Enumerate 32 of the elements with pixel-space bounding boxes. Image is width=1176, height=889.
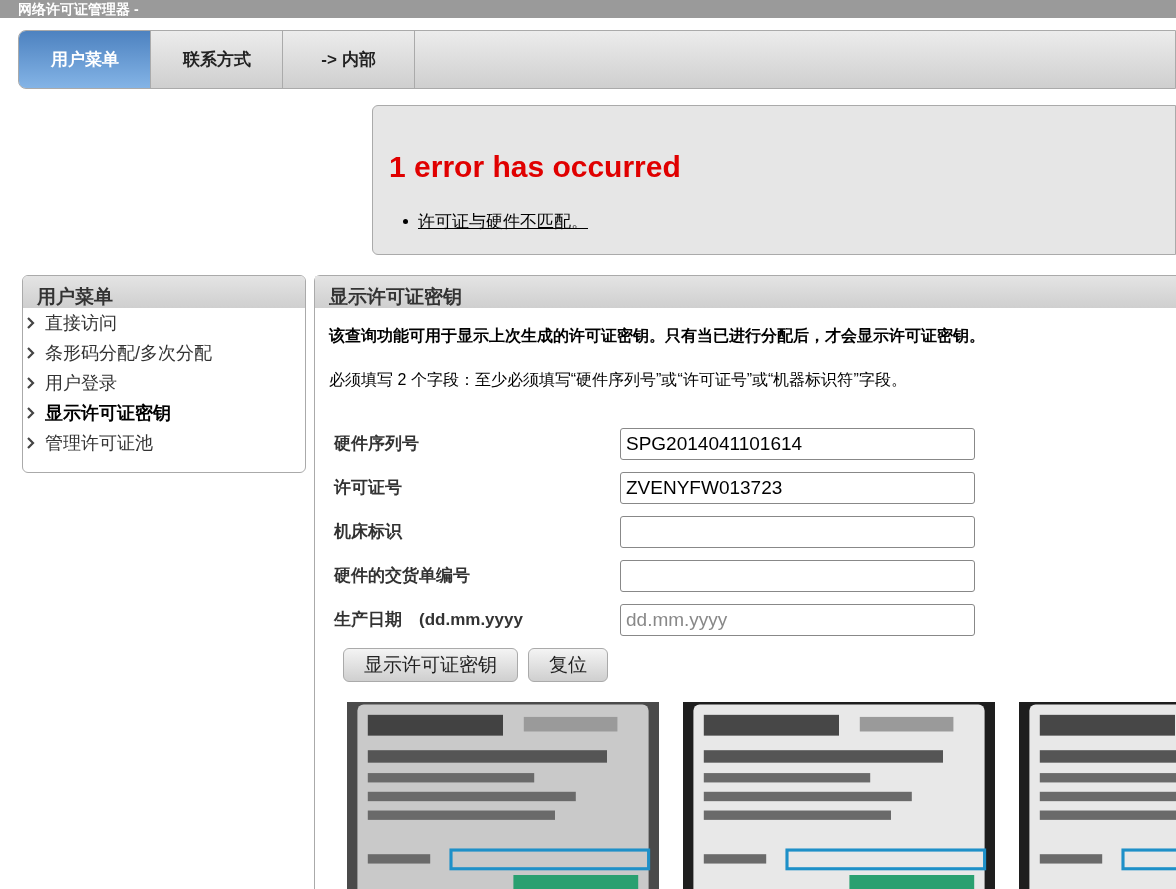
error-message: 许可证与硬件不匹配。	[418, 211, 588, 233]
field-label: 许可证号	[334, 477, 403, 500]
field-label: 生产日期 (dd.mm.yyyy	[334, 609, 524, 632]
field-label: 硬件的交货单编号	[334, 565, 471, 588]
input-field[interactable]: dd.mm.yyyy	[620, 604, 975, 636]
sidebar-item[interactable]: 直接访问	[23, 308, 305, 338]
field-label: 硬件序列号	[334, 433, 420, 456]
chevron-icon	[27, 437, 35, 449]
field-label: 机床标识	[334, 521, 404, 544]
input-field[interactable]: SPG2014041101614	[620, 428, 975, 460]
chevron-icon	[27, 347, 35, 359]
input-field[interactable]	[620, 516, 975, 548]
error-title: 1 error has occurred	[389, 149, 682, 185]
window-title: 网络许可证管理器 -	[18, 1, 139, 17]
sidebar-title: 用户菜单	[37, 286, 113, 308]
sidebar-item[interactable]: 管理许可证池	[23, 428, 305, 458]
input-field[interactable]: ZVENYFW013723	[620, 472, 975, 504]
chevron-icon	[27, 317, 35, 329]
form-button[interactable]: 复位	[528, 648, 608, 682]
chevron-icon	[27, 377, 35, 389]
requirement-note: 必须填写 2 个字段：至少必须填写“硬件序列号”或“许可证号”或“机器标识符”字段。	[329, 370, 908, 390]
tab[interactable]: 联系方式	[151, 31, 283, 88]
bullet-icon	[403, 219, 408, 225]
form-button[interactable]: 显示许可证密钥	[343, 648, 518, 682]
chevron-icon	[27, 407, 35, 419]
intro-text: 该查询功能可用于显示上次生成的许可证密钥。只有当已进行分配后，才会显示许可证密钥。	[329, 326, 986, 346]
panel-title: 显示许可证密钥	[329, 286, 462, 308]
sidebar-item[interactable]: 用户登录	[23, 368, 305, 398]
sidebar-item[interactable]: 显示许可证密钥	[23, 398, 305, 428]
tab[interactable]: -> 内部	[283, 31, 415, 88]
sidebar-item[interactable]: 条形码分配/多次分配	[23, 338, 305, 368]
input-field[interactable]	[620, 560, 975, 592]
